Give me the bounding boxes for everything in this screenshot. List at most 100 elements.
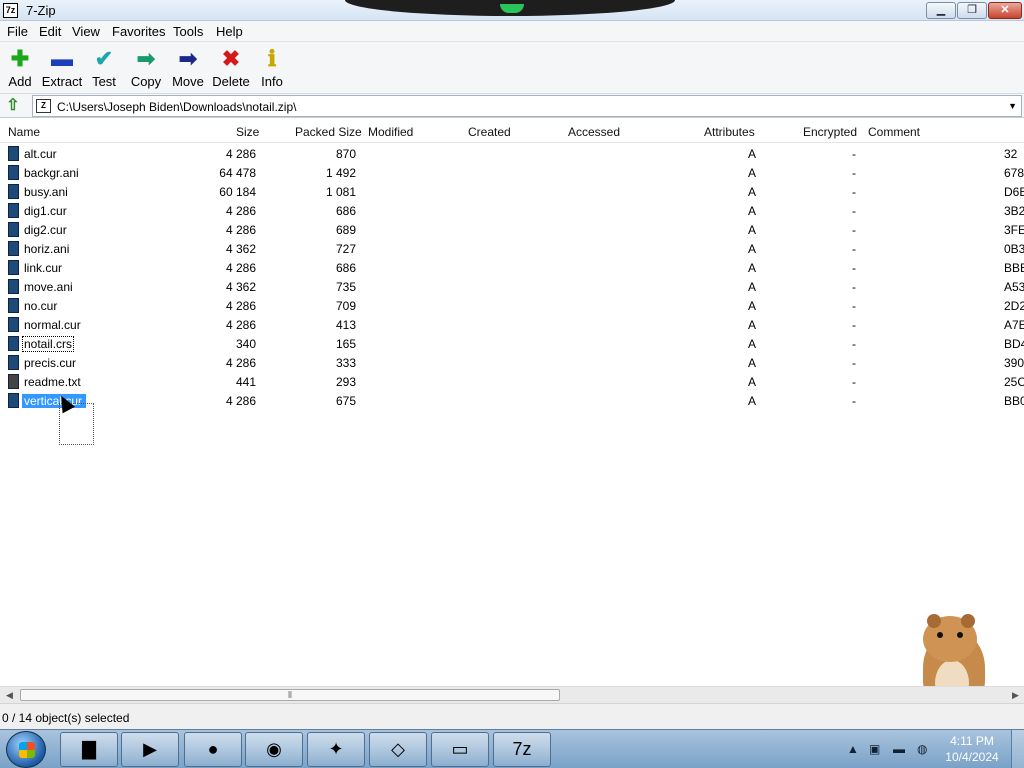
file-name: link.cur	[24, 261, 63, 275]
tray-volume-icon[interactable]: ◍	[917, 742, 927, 756]
column-name[interactable]: Name	[8, 125, 40, 139]
address-field[interactable]: Z C:\Users\Joseph Biden\Downloads\notail…	[32, 95, 1022, 117]
taskbar: ▇ ▶ ● ◉ ✦ ◇ ▭ 7z ▲ ▣ ▬ ◍ 4:11 PM 10/4/2024	[0, 729, 1024, 768]
start-button[interactable]	[6, 731, 46, 768]
file-attributes: A	[747, 299, 756, 313]
file-name: precis.cur	[24, 356, 77, 370]
info-icon: ℹ	[267, 46, 277, 71]
taskbar-app-7zip[interactable]: 7z	[493, 732, 551, 767]
file-attributes: A	[747, 280, 756, 294]
file-packed-size: 413	[335, 318, 356, 332]
file-row[interactable]: busy.ani 60 184 1 081 A - D6E	[0, 182, 1024, 201]
file-list[interactable]: alt.cur 4 286 870 A - 32 backgr.ani 64 478 1 492…	[0, 144, 1024, 686]
file-encrypted: -	[852, 223, 856, 237]
cursor-file-icon	[8, 146, 19, 161]
file-size: 4 286	[225, 147, 256, 161]
file-row[interactable]: dig1.cur 4 286 686 A - 3B2	[0, 201, 1024, 220]
file-row[interactable]: normal.cur 4 286 413 A - A7E	[0, 315, 1024, 334]
taskbar-app-firefox[interactable]: ◉	[245, 732, 303, 767]
file-encrypted: -	[852, 261, 856, 275]
file-row[interactable]: move.ani 4 362 735 A - A53	[0, 277, 1024, 296]
file-row[interactable]: vertical.cur 4 286 675 A - BB0	[0, 391, 1024, 410]
file-crc: A7E	[1004, 318, 1024, 332]
file-crc: 3FE	[1004, 223, 1024, 237]
file-name: dig1.cur	[24, 204, 67, 218]
file-attributes: A	[747, 375, 756, 389]
file-packed-size: 870	[335, 147, 356, 161]
file-packed-size: 1 492	[325, 166, 356, 180]
column-size[interactable]: Size	[236, 125, 259, 139]
file-attributes: A	[747, 337, 756, 351]
menu-file[interactable]: File	[7, 24, 28, 39]
file-name: dig2.cur	[24, 223, 67, 237]
taskbar-app-terminal[interactable]: ▇	[60, 732, 118, 767]
up-folder-button[interactable]: ⇧	[3, 96, 23, 116]
menu-help[interactable]: Help	[216, 24, 243, 39]
tray-network-icon[interactable]: ▣	[869, 742, 880, 756]
column-encrypted[interactable]: Encrypted	[803, 125, 857, 139]
taskbar-app-unity-icon: ◇	[391, 739, 405, 759]
maximize-button[interactable]: ❐	[957, 2, 987, 19]
column-modified[interactable]: Modified	[368, 125, 413, 139]
file-row[interactable]: alt.cur 4 286 870 A - 32	[0, 144, 1024, 163]
menu-tools[interactable]: Tools	[173, 24, 203, 39]
file-size: 4 362	[225, 280, 256, 294]
app-icon: 7z	[3, 3, 18, 18]
clock-time[interactable]: 4:11 PM	[947, 734, 997, 748]
taskbar-app-unity[interactable]: ◇	[369, 732, 427, 767]
show-desktop-button[interactable]	[1011, 730, 1024, 768]
file-row[interactable]: precis.cur 4 286 333 A - 390	[0, 353, 1024, 372]
tray-expand-icon[interactable]: ▲	[847, 742, 859, 756]
file-row[interactable]: link.cur 4 286 686 A - BBB	[0, 258, 1024, 277]
column-packed-size[interactable]: Packed Size	[295, 125, 362, 139]
file-row[interactable]: backgr.ani 64 478 1 492 A - 678	[0, 163, 1024, 182]
taskbar-app-globe[interactable]: ●	[184, 732, 242, 767]
file-packed-size: 689	[335, 223, 356, 237]
file-crc: 390	[1004, 356, 1024, 370]
menu-view[interactable]: View	[72, 24, 100, 39]
tray-display-icon[interactable]: ▬	[893, 742, 905, 756]
file-packed-size: 686	[335, 204, 356, 218]
file-attributes: A	[747, 204, 756, 218]
column-comment[interactable]: Comment	[868, 125, 920, 139]
file-encrypted: -	[852, 166, 856, 180]
file-encrypted: -	[852, 242, 856, 256]
file-attributes: A	[747, 166, 756, 180]
cursor-file-icon	[8, 336, 19, 351]
file-encrypted: -	[852, 185, 856, 199]
column-created[interactable]: Created	[468, 125, 511, 139]
close-button[interactable]: ✕	[988, 2, 1022, 19]
file-row[interactable]: no.cur 4 286 709 A - 2D2	[0, 296, 1024, 315]
scroll-left-icon[interactable]: ◀	[6, 690, 13, 701]
file-size: 4 286	[225, 261, 256, 275]
horizontal-scrollbar[interactable]: ◀ ⦀ ▶	[0, 686, 1024, 703]
taskbar-app-media[interactable]: ▶	[121, 732, 179, 767]
file-attributes: A	[747, 261, 756, 275]
taskbar-app-monitor[interactable]: ▭	[431, 732, 489, 767]
scroll-right-icon[interactable]: ▶	[1012, 690, 1019, 701]
menu-edit[interactable]: Edit	[39, 24, 61, 39]
file-name: alt.cur	[24, 147, 57, 161]
menu-favorites[interactable]: Favorites	[112, 24, 165, 39]
address-dropdown-icon[interactable]: ▼	[1008, 101, 1017, 111]
scroll-thumb[interactable]: ⦀	[20, 689, 560, 701]
toolbar: ✚ Add ▬ Extract ✔ Test ➡ Copy ➡ Move ✖ D…	[0, 42, 1024, 94]
file-size: 4 286	[225, 356, 256, 370]
clock-date[interactable]: 10/4/2024	[943, 750, 1001, 764]
info-button[interactable]: ℹ Info	[247, 46, 297, 89]
selection-status: 0 / 14 object(s) selected	[2, 711, 130, 725]
cursor-file-icon	[8, 393, 19, 408]
file-row[interactable]: horiz.ani 4 362 727 A - 0B3	[0, 239, 1024, 258]
file-row[interactable]: notail.crs 340 165 A - BD4	[0, 334, 1024, 353]
window-title: 7-Zip	[26, 3, 56, 18]
file-encrypted: -	[852, 356, 856, 370]
file-row[interactable]: dig2.cur 4 286 689 A - 3FE	[0, 220, 1024, 239]
file-name: backgr.ani	[24, 166, 79, 180]
taskbar-app-puzzle[interactable]: ✦	[307, 732, 365, 767]
column-accessed[interactable]: Accessed	[568, 125, 620, 139]
minimize-button[interactable]: ▁	[926, 2, 956, 19]
column-attributes[interactable]: Attributes	[704, 125, 755, 139]
file-row[interactable]: readme.txt 441 293 A - 25C	[0, 372, 1024, 391]
file-crc: 2D2	[1004, 299, 1024, 313]
file-attributes: A	[747, 394, 756, 408]
